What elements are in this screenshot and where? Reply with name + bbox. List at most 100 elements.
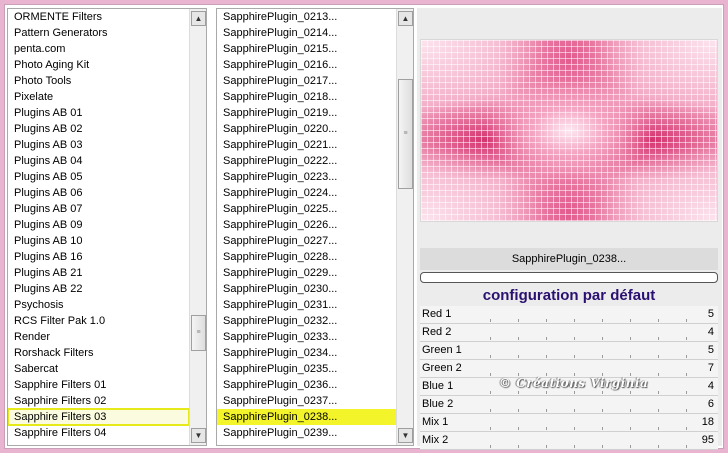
filter-list-item[interactable]: SapphirePlugin_0236... <box>217 377 396 393</box>
filter-list-item[interactable]: SapphirePlugin_0222... <box>217 153 396 169</box>
param-label: Red 1 <box>422 308 452 320</box>
category-list-item[interactable]: Photo Aging Kit <box>8 57 189 73</box>
category-list-item[interactable]: Plugins AB 16 <box>8 249 189 265</box>
param-slider-track[interactable] <box>490 409 698 412</box>
param-row[interactable]: Mix 2 95 <box>420 432 718 450</box>
filter-list-item[interactable]: SapphirePlugin_0214... <box>217 25 396 41</box>
filter-list-item[interactable]: SapphirePlugin_0239... <box>217 425 396 441</box>
param-label: Green 2 <box>422 362 462 374</box>
param-value: 95 <box>701 434 714 446</box>
selected-filter-name: SapphirePlugin_0238... <box>420 248 718 270</box>
category-list-item[interactable]: Plugins AB 05 <box>8 169 189 185</box>
param-slider-track[interactable] <box>490 427 698 430</box>
filter-list-item[interactable]: SapphirePlugin_0217... <box>217 73 396 89</box>
param-label: Mix 2 <box>422 434 449 446</box>
filter-list-item[interactable]: SapphirePlugin_0221... <box>217 137 396 153</box>
category-list-item[interactable]: Plugins AB 03 <box>8 137 189 153</box>
param-value: 6 <box>707 398 714 410</box>
category-list-item[interactable]: ORMENTE Filters <box>8 9 189 25</box>
param-slider-track[interactable] <box>490 355 698 358</box>
category-list-item[interactable]: Pixelate <box>8 89 189 105</box>
filter-list-item[interactable]: SapphirePlugin_0237... <box>217 393 396 409</box>
category-list-item[interactable]: Sabercat <box>8 361 189 377</box>
filter-list-item[interactable]: SapphirePlugin_0225... <box>217 201 396 217</box>
param-value: 4 <box>707 380 714 392</box>
category-list-item[interactable]: Plugins AB 02 <box>8 121 189 137</box>
param-label: Mix 1 <box>422 416 449 428</box>
filter-list-item[interactable]: SapphirePlugin_0226... <box>217 217 396 233</box>
category-list-item[interactable]: RCS Filter Pak 1.0 <box>8 313 189 329</box>
filter-list-item[interactable]: SapphirePlugin_0228... <box>217 249 396 265</box>
chevron-up-icon[interactable]: ▲ <box>398 11 413 26</box>
category-list-item[interactable]: Plugins AB 07 <box>8 201 189 217</box>
param-slider-track[interactable] <box>490 445 698 448</box>
param-row[interactable]: Red 2 4 <box>420 324 718 342</box>
filter-scroll-thumb[interactable]: ≡ <box>398 79 413 189</box>
filter-list-item[interactable]: SapphirePlugin_0220... <box>217 121 396 137</box>
category-list-item[interactable]: Plugins AB 01 <box>8 105 189 121</box>
category-list-item[interactable]: Sapphire Filters 01 <box>8 377 189 393</box>
param-label: Green 1 <box>422 344 462 356</box>
filter-list-item[interactable]: SapphirePlugin_0218... <box>217 89 396 105</box>
filter-list-item[interactable]: SapphirePlugin_0213... <box>217 9 396 25</box>
filter-list-item[interactable]: SapphirePlugin_0238... <box>217 409 396 425</box>
param-slider-track[interactable] <box>490 391 698 394</box>
filter-preview-image <box>420 39 718 222</box>
config-title: configuration par défaut <box>482 287 656 304</box>
category-list-item[interactable]: Psychosis <box>8 297 189 313</box>
category-scrollbar[interactable]: ▲ ≡ ▼ <box>189 9 206 445</box>
category-list-item[interactable]: Plugins AB 04 <box>8 153 189 169</box>
filter-list-item[interactable]: SapphirePlugin_0224... <box>217 185 396 201</box>
param-value: 7 <box>707 362 714 374</box>
param-label: Blue 1 <box>422 380 454 392</box>
category-scroll-thumb[interactable]: ≡ <box>191 315 206 351</box>
param-row[interactable]: Red 1 5 <box>420 306 718 324</box>
filter-list-item[interactable]: SapphirePlugin_0223... <box>217 169 396 185</box>
filter-list-item[interactable]: SapphirePlugin_0230... <box>217 281 396 297</box>
category-list-item[interactable]: Plugins AB 10 <box>8 233 189 249</box>
param-value: 4 <box>707 326 714 338</box>
category-list-item[interactable]: penta.com <box>8 41 189 57</box>
filter-list-item[interactable]: SapphirePlugin_0233... <box>217 329 396 345</box>
filter-list-item[interactable]: SapphirePlugin_0229... <box>217 265 396 281</box>
category-list[interactable]: ORMENTE Filters Pattern Generators penta.c… <box>8 9 189 445</box>
chevron-down-icon[interactable]: ▼ <box>398 428 413 443</box>
chevron-down-icon[interactable]: ▼ <box>191 428 206 443</box>
param-label: Red 2 <box>422 326 452 338</box>
param-row[interactable]: Blue 2 6 <box>420 396 718 414</box>
filter-list-item[interactable]: SapphirePlugin_0227... <box>217 233 396 249</box>
param-value: 18 <box>701 416 714 428</box>
param-label: Blue 2 <box>422 398 454 410</box>
filter-list[interactable]: SapphirePlugin_0213... SapphirePlugin_021… <box>217 9 396 445</box>
param-row[interactable]: Green 1 5 <box>420 342 718 360</box>
filter-list-item[interactable]: SapphirePlugin_0231... <box>217 297 396 313</box>
category-list-item[interactable]: Sapphire Filters 03 <box>8 408 189 426</box>
watermark-text: © Créations Virginia <box>499 376 649 390</box>
filter-list-item[interactable]: SapphirePlugin_0219... <box>217 105 396 121</box>
param-slider-track[interactable] <box>490 319 698 322</box>
category-list-item[interactable]: Rorshack Filters <box>8 345 189 361</box>
chevron-up-icon[interactable]: ▲ <box>191 11 206 26</box>
category-list-item[interactable]: Pattern Generators <box>8 25 189 41</box>
category-list-panel: ORMENTE Filters Pattern Generators penta.c… <box>7 8 207 446</box>
filter-list-item[interactable]: SapphirePlugin_0235... <box>217 361 396 377</box>
filter-list-item[interactable]: SapphirePlugin_0232... <box>217 313 396 329</box>
category-list-item[interactable]: Plugins AB 09 <box>8 217 189 233</box>
param-value: 5 <box>707 308 714 320</box>
filter-scrollbar[interactable]: ▲ ≡ ▼ <box>396 9 413 445</box>
category-list-item[interactable]: Plugins AB 22 <box>8 281 189 297</box>
category-list-item[interactable]: Sapphire Filters 02 <box>8 393 189 409</box>
category-list-item[interactable]: Plugins AB 06 <box>8 185 189 201</box>
category-list-item[interactable]: Sapphire Filters 04 <box>8 425 189 441</box>
filter-list-panel: SapphirePlugin_0213... SapphirePlugin_021… <box>216 8 414 446</box>
category-list-item[interactable]: Plugins AB 21 <box>8 265 189 281</box>
category-list-item[interactable]: Render <box>8 329 189 345</box>
progress-bar <box>420 272 718 283</box>
filter-list-item[interactable]: SapphirePlugin_0215... <box>217 41 396 57</box>
param-value: 5 <box>707 344 714 356</box>
category-list-item[interactable]: Photo Tools <box>8 73 189 89</box>
filter-list-item[interactable]: SapphirePlugin_0216... <box>217 57 396 73</box>
param-row[interactable]: Mix 1 18 <box>420 414 718 432</box>
param-slider-track[interactable] <box>490 337 698 340</box>
filter-list-item[interactable]: SapphirePlugin_0234... <box>217 345 396 361</box>
